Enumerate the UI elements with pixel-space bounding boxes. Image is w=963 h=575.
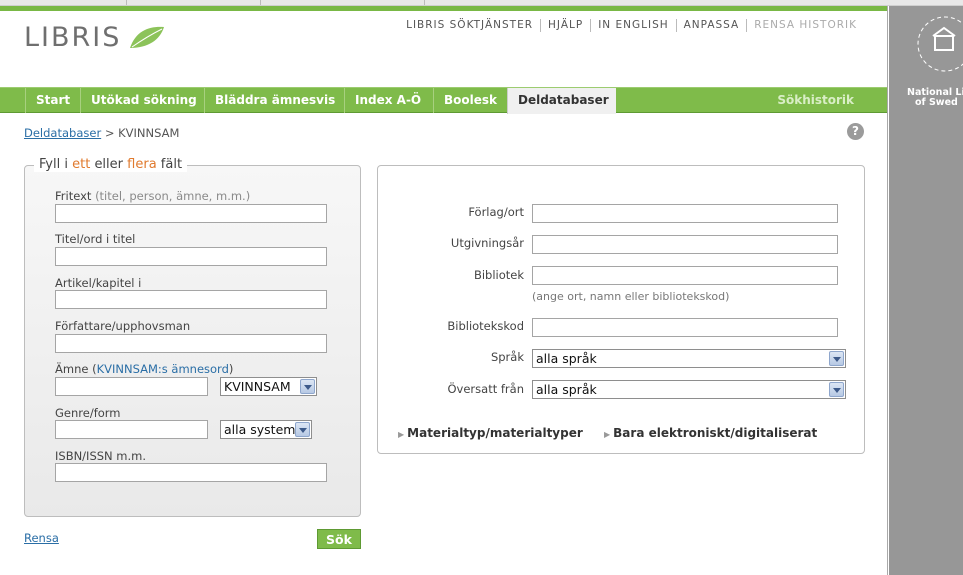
- amnesord-link[interactable]: KVINNSAM:s ämnesord: [97, 362, 229, 376]
- browser-tab-divider: [424, 0, 425, 5]
- artikel-input[interactable]: [55, 290, 327, 309]
- sok-button[interactable]: Sök: [317, 529, 361, 549]
- forlag-input[interactable]: [532, 204, 838, 223]
- forfattare-input[interactable]: [55, 334, 327, 353]
- bibliotek-input[interactable]: [532, 266, 838, 285]
- utgivningsar-label: Utgivningsår: [450, 236, 524, 250]
- main-nav: Start Utökad sökning Bläddra ämnesvis In…: [0, 87, 887, 114]
- sprak-select[interactable]: alla språk: [532, 349, 846, 368]
- breadcrumb-separator: >: [104, 126, 115, 140]
- bibliotek-label: Bibliotek: [473, 268, 524, 282]
- breadcrumb-current: KVINNSAM: [118, 126, 180, 140]
- isbn-label: ISBN/ISSN m.m.: [55, 449, 147, 463]
- chevron-down-icon: [300, 379, 315, 394]
- nav-sokhistorik[interactable]: Sökhistorik: [777, 88, 854, 112]
- nav-bladdra-amnesvis[interactable]: Bläddra ämnesvis: [204, 88, 345, 113]
- nav-index-a-o[interactable]: Index A-Ö: [344, 88, 431, 113]
- chevron-down-icon: [295, 422, 310, 437]
- triangle-right-icon: ▶: [398, 430, 405, 439]
- triangle-right-icon: ▶: [604, 430, 611, 439]
- bibliotekskod-label: Bibliotekskod: [447, 319, 524, 333]
- artikel-label: Artikel/kapitel i: [55, 276, 142, 290]
- kungliga-biblioteket-seal-icon: [917, 16, 963, 72]
- top-accent-bar: [0, 6, 887, 11]
- nav-deldatabaser[interactable]: Deldatabaser: [507, 88, 616, 114]
- fritext-label: Fritext (titel, person, ämne, m.m.): [55, 189, 251, 203]
- breadcrumb-link[interactable]: Deldatabaser: [24, 126, 101, 140]
- libris-logo[interactable]: LIBRIS: [24, 22, 121, 53]
- toplink-anpassa[interactable]: ANPASSA: [675, 19, 747, 32]
- amne-input[interactable]: [55, 377, 208, 396]
- nav-boolesk[interactable]: Boolesk: [433, 88, 507, 113]
- national-library-label: National Li of Swed: [907, 87, 963, 108]
- titel-label: Titel/ord i titel: [55, 232, 136, 246]
- amne-system-select[interactable]: KVINNSAM: [220, 377, 317, 396]
- toplink-in-english[interactable]: IN ENGLISH: [590, 19, 675, 32]
- breadcrumb: Deldatabaser > KVINNSAM: [24, 126, 179, 140]
- nav-utokad-sokning[interactable]: Utökad sökning: [80, 88, 207, 113]
- chevron-down-icon: [829, 382, 844, 397]
- utgivningsar-input[interactable]: [532, 235, 838, 254]
- forlag-label: Förlag/ort: [468, 205, 524, 219]
- oversatt-select[interactable]: alla språk: [532, 380, 846, 399]
- oversatt-label: Översatt från: [447, 382, 525, 396]
- fieldset-legend: Fyll i ett eller flera fält: [34, 157, 188, 172]
- genre-input[interactable]: [55, 420, 208, 439]
- genre-label: Genre/form: [55, 406, 121, 420]
- materialtyp-toggle[interactable]: ▶ Materialtyp/materialtyper: [398, 426, 583, 440]
- help-icon[interactable]: ?: [847, 123, 864, 140]
- chevron-down-icon: [829, 351, 844, 366]
- bibliotek-hint: (ange ort, namn eller bibliotekskod): [532, 290, 730, 303]
- toplink-hjalp[interactable]: HJÄLP: [540, 19, 590, 32]
- forfattare-label: Författare/upphovsman: [55, 319, 191, 333]
- top-links: LIBRIS SÖKTJÄNSTER HJÄLP IN ENGLISH ANPA…: [399, 19, 864, 32]
- amne-label: Ämne (KVINNSAM:s ämnesord): [55, 362, 234, 376]
- bibliotekskod-input[interactable]: [532, 318, 838, 337]
- leaf-icon: [130, 26, 164, 48]
- sprak-label: Språk: [490, 350, 524, 364]
- browser-tab-divider: [260, 0, 261, 5]
- toplink-rensa-historik[interactable]: RENSA HISTORIK: [746, 19, 864, 32]
- elektroniskt-toggle[interactable]: ▶ Bara elektroniskt/digitaliserat: [604, 426, 817, 440]
- national-library-sidebar: National Li of Swed: [889, 6, 963, 575]
- genre-system-select[interactable]: alla system: [220, 420, 312, 439]
- nav-start[interactable]: Start: [25, 88, 80, 113]
- browser-tab-divider: [126, 0, 127, 5]
- titel-input[interactable]: [55, 247, 327, 266]
- rensa-link[interactable]: Rensa: [24, 531, 59, 545]
- fritext-input[interactable]: [55, 204, 327, 223]
- isbn-input[interactable]: [55, 463, 327, 482]
- libris-page: LIBRIS LIBRIS SÖKTJÄNSTER HJÄLP IN ENGLI…: [0, 6, 888, 575]
- toplink-soktjanster[interactable]: LIBRIS SÖKTJÄNSTER: [399, 19, 540, 32]
